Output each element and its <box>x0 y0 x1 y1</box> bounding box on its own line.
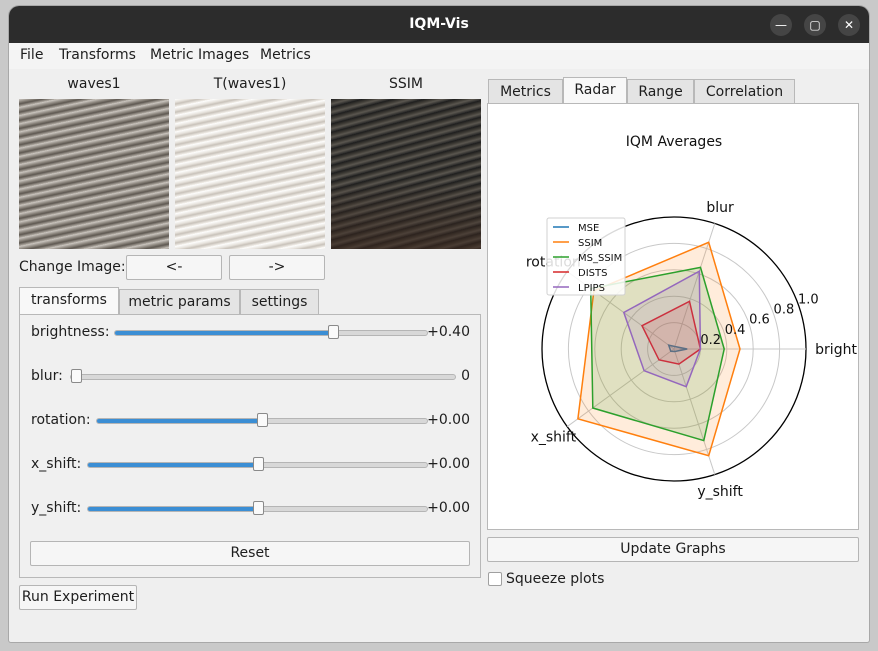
x-shift-label: x_shift: <box>31 456 82 472</box>
original-image <box>19 99 169 249</box>
rotation-slider-fill <box>97 419 262 423</box>
next-image-button[interactable]: -> <box>229 255 325 280</box>
y-shift-slider[interactable] <box>87 501 428 515</box>
run-experiment-button[interactable]: Run Experiment <box>19 585 137 610</box>
ssim-image <box>331 99 481 249</box>
radial-tick-label: 1.0 <box>798 292 819 307</box>
chart-legend: MSE SSIM MS_SSIM DISTS LPIPS <box>546 217 626 296</box>
legend-entry-dists: DISTS <box>578 268 607 279</box>
blur-slider[interactable] <box>70 369 456 383</box>
axis-label-y-shift: y_shift <box>697 484 743 500</box>
minimize-icon[interactable]: — <box>770 14 792 36</box>
chart-title: IQM Averages <box>626 134 722 150</box>
y-shift-label: y_shift: <box>31 500 82 516</box>
menu-file[interactable]: File <box>20 47 43 63</box>
radar-panel: 0.20.40.60.81.0 brightneblurrotationx_sh… <box>487 103 859 530</box>
tab-transforms[interactable]: transforms <box>19 287 119 315</box>
legend-entry-mse: MSE <box>578 223 599 234</box>
axis-label-brightness: brightne <box>815 342 858 358</box>
tab-correlation[interactable]: Correlation <box>694 79 795 105</box>
y-shift-slider-fill <box>88 507 258 511</box>
transforms-panel: brightness: +0.40 blur: 0 rotation: +0.0… <box>19 314 481 578</box>
tab-metric-params[interactable]: metric params <box>119 289 240 315</box>
blur-slider-handle[interactable] <box>71 369 82 383</box>
menu-bar: File Transforms Metric Images Metrics <box>9 43 869 69</box>
brightness-slider[interactable] <box>114 325 428 339</box>
rotation-slider[interactable] <box>96 413 428 427</box>
window-title: IQM-Vis <box>409 16 469 32</box>
blur-label: blur: <box>31 368 63 384</box>
squeeze-plots-checkbox[interactable] <box>488 572 502 586</box>
update-graphs-button[interactable]: Update Graphs <box>487 537 859 562</box>
radial-tick-label: 0.2 <box>700 333 721 348</box>
image-label-original: waves1 <box>67 76 121 92</box>
transformed-image <box>175 99 325 249</box>
rotation-slider-handle[interactable] <box>257 413 268 427</box>
y-shift-slider-handle[interactable] <box>252 501 264 515</box>
brightness-label: brightness: <box>31 324 110 340</box>
brightness-slider-handle[interactable] <box>328 325 340 339</box>
menu-metrics[interactable]: Metrics <box>260 47 311 63</box>
rotation-label: rotation: <box>31 412 91 428</box>
change-image-label: Change Image: <box>19 259 126 275</box>
x-shift-slider-handle[interactable] <box>252 457 264 471</box>
legend-entry-ms-ssim: MS_SSIM <box>578 253 622 264</box>
axis-label-x-shift: x_shift <box>531 430 577 446</box>
x-shift-slider[interactable] <box>87 457 428 471</box>
close-icon[interactable]: ✕ <box>838 14 860 36</box>
radial-tick-label: 0.4 <box>725 323 746 338</box>
squeeze-plots-label: Squeeze plots <box>506 571 605 587</box>
maximize-icon[interactable]: ▢ <box>804 14 826 36</box>
menu-metric-images[interactable]: Metric Images <box>150 47 249 63</box>
tab-settings[interactable]: settings <box>240 289 319 315</box>
radar-chart: 0.20.40.60.81.0 brightneblurrotationx_sh… <box>526 134 858 500</box>
axis-label-blur: blur <box>706 200 734 216</box>
legend-entry-ssim: SSIM <box>578 238 602 249</box>
brightness-slider-fill <box>115 331 334 335</box>
title-bar: IQM-Vis — ▢ ✕ <box>9 6 869 43</box>
brightness-value: +0.40 <box>427 324 470 340</box>
tab-range[interactable]: Range <box>627 79 694 105</box>
image-label-transformed: T(waves1) <box>213 76 287 92</box>
radial-tick-label: 0.6 <box>749 313 770 328</box>
app-window: IQM-Vis — ▢ ✕ File Transforms Metric Ima… <box>9 6 869 642</box>
image-label-ssim: SSIM <box>389 76 423 92</box>
x-shift-value: +0.00 <box>427 456 470 472</box>
y-shift-value: +0.00 <box>427 500 470 516</box>
reset-button[interactable]: Reset <box>30 541 470 566</box>
blur-value: 0 <box>461 368 470 384</box>
rotation-value: +0.00 <box>427 412 470 428</box>
tab-metrics[interactable]: Metrics <box>488 79 563 105</box>
tab-radar[interactable]: Radar <box>563 77 627 105</box>
x-shift-slider-fill <box>88 463 258 467</box>
menu-transforms[interactable]: Transforms <box>59 47 136 63</box>
previous-image-button[interactable]: <- <box>126 255 222 280</box>
radial-tick-label: 0.8 <box>774 303 795 318</box>
legend-entry-lpips: LPIPS <box>578 283 605 294</box>
